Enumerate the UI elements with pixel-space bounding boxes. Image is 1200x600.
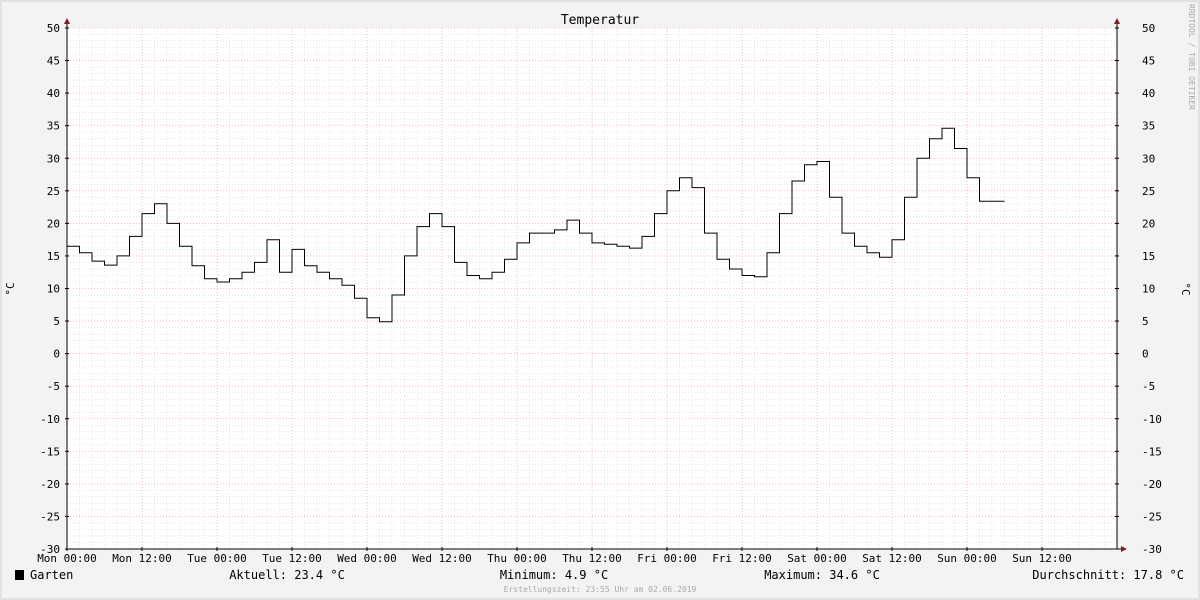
y-tick-label-left: -25 [40,510,60,523]
y-tick-label-left: -15 [40,445,60,458]
x-tick-label: Fri 00:00 [637,552,697,565]
y-tick-label-right: -30 [1142,543,1162,556]
y-tick-label-right: 0 [1142,348,1149,361]
y-tick-label-right: 35 [1142,120,1155,133]
y-tick-label-left: 10 [47,283,60,296]
temperature-chart: -30 -30-25 -25-20 -20-15 -15-10 -10-5 -50 05 510… [0,0,1200,600]
x-tick-label: Tue 00:00 [187,552,247,565]
y-tick-label-left: 35 [47,120,60,133]
y-tick-label-right: 5 [1142,315,1149,328]
y-tick-label-left: 45 [47,55,60,68]
legend-maximum: Maximum: 34.6 °C [764,568,880,582]
x-tick-label: Wed 00:00 [337,552,397,565]
y-tick-label-right: 45 [1142,55,1155,68]
y-tick-label-left: 40 [47,87,60,100]
y-tick-label-right: 15 [1142,250,1155,263]
y-tick-label-right: -10 [1142,413,1162,426]
y-tick-label-left: 20 [47,217,60,230]
x-tick-label: Mon 00:00 [37,552,97,565]
y-tick-label-right: -15 [1142,445,1162,458]
y-tick-label-right: 20 [1142,217,1155,230]
y-tick-label-right: 50 [1142,22,1155,35]
y-tick-label-left: -20 [40,478,60,491]
legend-average: Durchschnitt: 17.8 °C [1032,568,1184,582]
legend-current: Aktuell: 23.4 °C [229,568,345,582]
y-tick-label-left: 15 [47,250,60,263]
x-tick-label: Fri 12:00 [712,552,772,565]
y-axis-label-right: °C [1179,282,1192,295]
y-tick-label-left: 5 [53,315,60,328]
x-tick-label: Sun 00:00 [937,552,997,565]
footer-timestamp: Erstellungszeit: 23:55 Uhr am 02.06.2019 [504,585,697,594]
x-tick-label: Sun 12:00 [1012,552,1072,565]
y-tick-label-right: 25 [1142,185,1155,198]
y-tick-label-left: 25 [47,185,60,198]
watermark: RRDTOOL / TOBI OETIKER [1187,4,1196,110]
y-tick-label-left: -5 [47,380,60,393]
x-tick-label: Thu 00:00 [487,552,547,565]
x-tick-label: Mon 12:00 [112,552,172,565]
x-tick-label: Sat 12:00 [862,552,922,565]
y-tick-label-left: 0 [53,348,60,361]
y-tick-label-right: -5 [1142,380,1155,393]
y-tick-label-right: -20 [1142,478,1162,491]
y-axis-label-left: °C [4,282,17,295]
y-tick-label-left: 30 [47,152,60,165]
legend-swatch-garten [15,570,24,580]
x-tick-label: Sat 00:00 [787,552,847,565]
legend-minimum: Minimum: 4.9 °C [500,568,608,582]
x-tick-label: Thu 12:00 [562,552,622,565]
x-tick-label: Tue 12:00 [262,552,322,565]
y-tick-label-right: 30 [1142,152,1155,165]
x-tick-label: Wed 12:00 [412,552,472,565]
y-tick-label-right: 40 [1142,87,1155,100]
y-tick-label-right: 10 [1142,283,1155,296]
y-tick-label-right: -25 [1142,510,1162,523]
y-tick-label-left: 50 [47,22,60,35]
chart-title: Temperatur [561,13,639,28]
y-tick-label-left: -10 [40,413,60,426]
legend-series-name: Garten [30,568,73,582]
